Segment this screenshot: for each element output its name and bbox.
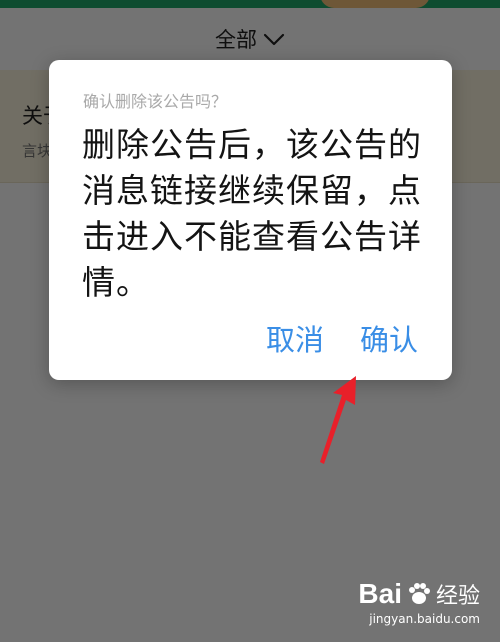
baidu-watermark: Bai 经验 jingyan.baidu.com	[358, 578, 480, 626]
dialog-actions: 取消 确认	[266, 317, 418, 359]
delete-confirm-dialog: 确认删除该公告吗？ 删除公告后，该公告的消息链接继续保留，点击进入不能查看公告详…	[49, 60, 452, 380]
watermark-brand: Bai	[358, 578, 402, 609]
watermark-brand-suffix: 经验	[435, 584, 480, 609]
watermark-url: jingyan.baidu.com	[369, 612, 480, 626]
watermark-logo-row: Bai 经验	[358, 578, 480, 610]
dialog-title: 确认删除该公告吗？	[83, 92, 228, 111]
baidu-paw-icon	[408, 583, 430, 604]
confirm-button[interactable]: 确认	[360, 317, 418, 359]
cancel-button[interactable]: 取消	[266, 317, 324, 359]
dialog-message: 删除公告后，该公告的消息链接继续保留，点击进入不能查看公告详情。	[82, 125, 422, 302]
